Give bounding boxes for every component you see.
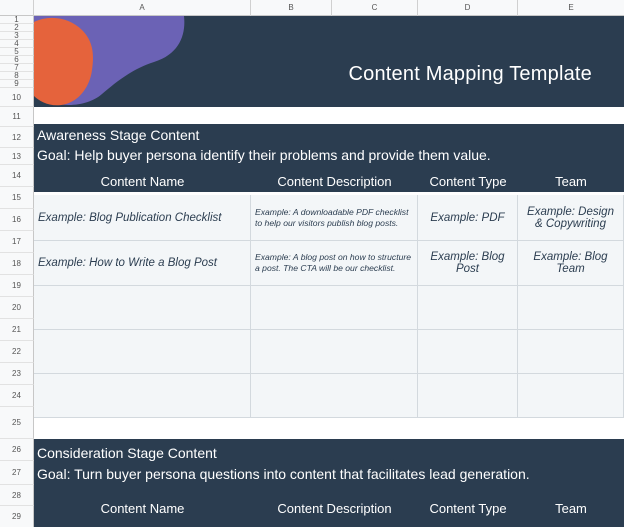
- column-header-a[interactable]: A: [34, 0, 251, 16]
- content-description-cell[interactable]: Example: A downloadable PDF checklist to…: [251, 195, 418, 241]
- content-description-cell[interactable]: Example: A blog post on how to structure…: [251, 241, 418, 286]
- empty-cell[interactable]: [34, 330, 251, 374]
- empty-cell[interactable]: [518, 374, 624, 418]
- column-header-b[interactable]: B: [251, 0, 332, 16]
- header-content-name: Content Name: [34, 497, 251, 519]
- row-number[interactable]: 15: [0, 187, 34, 209]
- team-cell[interactable]: Example: Blog Team: [518, 241, 624, 286]
- empty-cell[interactable]: [251, 330, 418, 374]
- row-number[interactable]: 21: [0, 319, 34, 341]
- row-number[interactable]: 14: [0, 165, 34, 187]
- row-number[interactable]: 18: [0, 253, 34, 275]
- column-header-e[interactable]: E: [518, 0, 624, 16]
- select-all-corner[interactable]: [0, 0, 34, 16]
- empty-cell[interactable]: [34, 374, 251, 418]
- content-type-cell[interactable]: Example: Blog Post: [418, 241, 518, 286]
- column-header-bar: A B C D E: [0, 0, 624, 16]
- header-content-type: Content Type: [418, 497, 518, 519]
- row-number[interactable]: 19: [0, 275, 34, 297]
- decorative-blob-shapes: [34, 16, 185, 106]
- awareness-goal: Goal: Help buyer persona identify their …: [37, 147, 491, 163]
- empty-cell[interactable]: [251, 286, 418, 330]
- row-number[interactable]: 23: [0, 363, 34, 385]
- content-name-cell[interactable]: Example: How to Write a Blog Post: [34, 241, 251, 286]
- header-team: Team: [518, 170, 624, 192]
- row-number[interactable]: 28: [0, 485, 34, 506]
- row-number[interactable]: 29: [0, 506, 34, 527]
- header-team: Team: [518, 497, 624, 519]
- column-header-d[interactable]: D: [418, 0, 518, 16]
- empty-cell[interactable]: [518, 330, 624, 374]
- header-content-description: Content Description: [251, 170, 418, 192]
- column-header-c[interactable]: C: [332, 0, 418, 16]
- spacer-row: [34, 418, 624, 439]
- row-number[interactable]: 9: [0, 79, 34, 88]
- empty-cell[interactable]: [418, 286, 518, 330]
- row-number[interactable]: 26: [0, 439, 34, 461]
- team-cell[interactable]: Example: Design & Copywriting: [518, 195, 624, 241]
- empty-cell[interactable]: [251, 374, 418, 418]
- empty-cell[interactable]: [34, 286, 251, 330]
- header-content-type: Content Type: [418, 170, 518, 192]
- row-number[interactable]: 17: [0, 231, 34, 253]
- row-number[interactable]: 13: [0, 148, 34, 165]
- content-name-cell[interactable]: Example: Blog Publication Checklist: [34, 195, 251, 241]
- row-number[interactable]: 27: [0, 461, 34, 485]
- row-number[interactable]: 16: [0, 209, 34, 231]
- page-title: Content Mapping Template: [348, 63, 592, 85]
- empty-cell[interactable]: [418, 374, 518, 418]
- header-banner: Content Mapping Template: [34, 16, 624, 107]
- content-type-cell[interactable]: Example: PDF: [418, 195, 518, 241]
- row-number[interactable]: 10: [0, 88, 34, 107]
- consideration-goal: Goal: Turn buyer persona questions into …: [37, 466, 530, 482]
- row-number[interactable]: 22: [0, 341, 34, 363]
- header-content-name: Content Name: [34, 170, 251, 192]
- row-number[interactable]: 24: [0, 385, 34, 407]
- row-number[interactable]: 11: [0, 107, 34, 127]
- consideration-stage-title: Consideration Stage Content: [37, 445, 217, 461]
- empty-cell[interactable]: [418, 330, 518, 374]
- row-number[interactable]: 12: [0, 127, 34, 148]
- header-content-description: Content Description: [251, 497, 418, 519]
- row-number[interactable]: 20: [0, 297, 34, 319]
- row-number[interactable]: 25: [0, 407, 34, 439]
- empty-cell[interactable]: [518, 286, 624, 330]
- awareness-stage-title: Awareness Stage Content: [37, 127, 200, 143]
